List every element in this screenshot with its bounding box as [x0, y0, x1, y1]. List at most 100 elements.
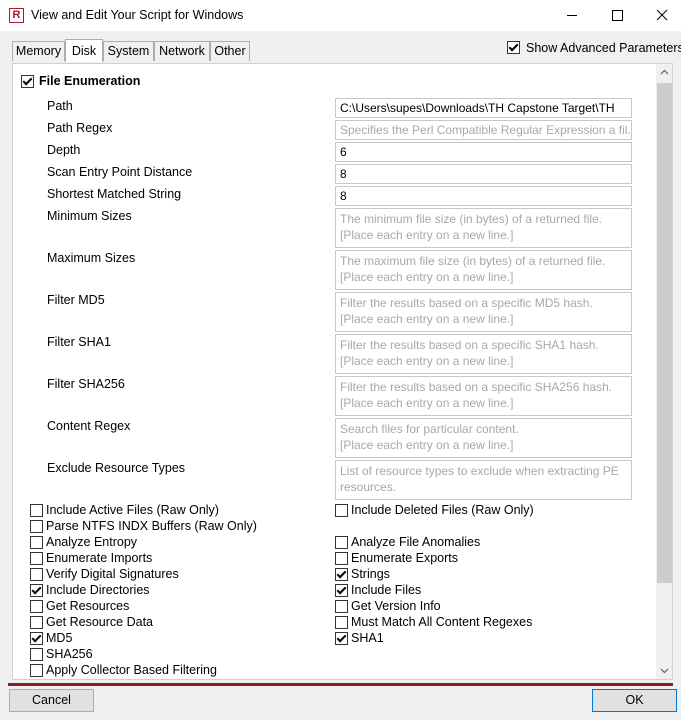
placeholder-line: [Place each entry on a new line.] [340, 354, 514, 368]
sha1-checkbox[interactable] [335, 632, 348, 645]
path-input[interactable]: C:\Users\supes\Downloads\TH Capstone Tar… [335, 98, 632, 118]
strings-checkbox[interactable] [335, 568, 348, 581]
close-icon [656, 9, 668, 21]
include-directories-checkbox[interactable] [30, 584, 43, 597]
placeholder-line: The maximum file size (in bytes) of a re… [340, 254, 606, 268]
footer-divider [8, 683, 673, 686]
content-regex-input[interactable]: Search files for particular content. [Pl… [335, 418, 632, 458]
sha1-label: SHA1 [351, 631, 384, 645]
show-advanced-checkbox[interactable] [507, 41, 520, 54]
apply-collector-based-filtering-checkbox[interactable] [30, 664, 43, 677]
scroll-thumb[interactable] [657, 83, 672, 583]
include-deleted-files-raw-only-checkbox[interactable] [335, 504, 348, 517]
checkmark-icon [336, 632, 347, 643]
placeholder-line: Filter the results based on a specific S… [340, 338, 599, 352]
maximum-sizes-input[interactable]: The maximum file size (in bytes) of a re… [335, 250, 632, 290]
analyze-file-anomalies-checkbox[interactable] [335, 536, 348, 549]
ok-button[interactable]: OK [592, 689, 677, 712]
include-directories-label: Include Directories [46, 583, 150, 597]
scroll-up-button[interactable] [656, 64, 672, 81]
md5-label: MD5 [46, 631, 73, 645]
scan-entry-label: Scan Entry Point Distance [47, 165, 193, 179]
path-regex-label: Path Regex [47, 121, 113, 135]
enumerate-exports-label: Enumerate Exports [351, 551, 458, 565]
checkmark-icon [31, 632, 42, 643]
must-match-all-content-regexes-label: Must Match All Content Regexes [351, 615, 533, 629]
shortest-string-input[interactable]: 8 [335, 186, 632, 206]
filter-md5-label: Filter MD5 [47, 293, 105, 307]
placeholder-line: [Place each entry on a new line.] [340, 312, 514, 326]
content-regex-label: Content Regex [47, 419, 131, 433]
tab-other[interactable]: Other [210, 41, 250, 61]
checkmark-icon [336, 584, 347, 595]
tab-system[interactable]: System [103, 41, 154, 61]
get-resources-checkbox[interactable] [30, 600, 43, 613]
apply-collector-based-filtering-label: Apply Collector Based Filtering [46, 663, 217, 677]
verify-digital-signatures-label: Verify Digital Signatures [46, 567, 179, 581]
filter-sha256-label: Filter SHA256 [47, 377, 125, 391]
depth-input[interactable]: 6 [335, 142, 632, 162]
file-enumeration-checkbox[interactable] [21, 75, 34, 88]
filter-sha1-label: Filter SHA1 [47, 335, 111, 349]
file-enumeration-label: File Enumeration [39, 74, 141, 88]
include-files-checkbox[interactable] [335, 584, 348, 597]
placeholder-line: [Place each entry on a new line.] [340, 270, 514, 284]
placeholder-line: Filter the results based on a specific M… [340, 296, 593, 310]
must-match-all-content-regexes-checkbox[interactable] [335, 616, 348, 629]
checkmark-icon [336, 568, 347, 579]
placeholder-line: Filter the results based on a specific S… [340, 380, 613, 394]
path-label: Path [47, 99, 73, 113]
filter-sha1-input[interactable]: Filter the results based on a specific S… [335, 334, 632, 374]
parse-ntfs-indx-buffers-raw-only-checkbox[interactable] [30, 520, 43, 533]
close-button[interactable] [639, 0, 681, 31]
placeholder-line: Search files for particular content. [340, 422, 519, 436]
analyze-entropy-label: Analyze Entropy [46, 535, 138, 549]
minimum-sizes-label: Minimum Sizes [47, 209, 132, 223]
placeholder-line: List of resource types to exclude when e… [340, 464, 619, 478]
exclude-resource-types-label: Exclude Resource Types [47, 461, 186, 475]
depth-label: Depth [47, 143, 81, 157]
chevron-down-icon [660, 668, 669, 674]
md5-checkbox[interactable] [30, 632, 43, 645]
filter-sha256-input[interactable]: Filter the results based on a specific S… [335, 376, 632, 416]
placeholder-line: [Place each entry on a new line.] [340, 228, 514, 242]
disk-settings-panel: File Enumeration Path C:\Users\supes\Dow… [12, 63, 673, 680]
placeholder-line: The minimum file size (in bytes) of a re… [340, 212, 603, 226]
enumerate-imports-checkbox[interactable] [30, 552, 43, 565]
get-resource-data-checkbox[interactable] [30, 616, 43, 629]
verify-digital-signatures-checkbox[interactable] [30, 568, 43, 581]
checkmark-icon [508, 41, 519, 52]
maximize-button[interactable] [594, 0, 640, 31]
filter-md5-input[interactable]: Filter the results based on a specific M… [335, 292, 632, 332]
analyze-file-anomalies-label: Analyze File Anomalies [351, 535, 481, 549]
get-resources-label: Get Resources [46, 599, 130, 613]
get-version-info-checkbox[interactable] [335, 600, 348, 613]
get-resource-data-label: Get Resource Data [46, 615, 153, 629]
minimize-button[interactable] [549, 0, 595, 31]
enumerate-exports-checkbox[interactable] [335, 552, 348, 565]
show-advanced-label: Show Advanced Parameters [526, 41, 681, 55]
cancel-button[interactable]: Cancel [9, 689, 94, 712]
maximize-icon [612, 10, 623, 21]
strings-label: Strings [351, 567, 390, 581]
title-bar: R View and Edit Your Script for Windows [0, 0, 681, 31]
minimum-sizes-input[interactable]: The minimum file size (in bytes) of a re… [335, 208, 632, 248]
minimize-icon [567, 15, 577, 16]
include-active-files-raw-only-checkbox[interactable] [30, 504, 43, 517]
sha256-label: SHA256 [46, 647, 93, 661]
vertical-scrollbar[interactable] [656, 64, 672, 679]
tab-network[interactable]: Network [154, 41, 210, 61]
checkmark-icon [22, 75, 33, 86]
analyze-entropy-checkbox[interactable] [30, 536, 43, 549]
include-active-files-raw-only-label: Include Active Files (Raw Only) [46, 503, 219, 517]
tab-disk[interactable]: Disk [65, 39, 103, 62]
sha256-checkbox[interactable] [30, 648, 43, 661]
path-regex-input[interactable]: Specifies the Perl Compatible Regular Ex… [335, 120, 632, 140]
tab-memory[interactable]: Memory [12, 41, 65, 61]
scan-entry-input[interactable]: 8 [335, 164, 632, 184]
exclude-resource-types-input[interactable]: List of resource types to exclude when e… [335, 460, 632, 500]
placeholder-line: resources. [340, 480, 397, 494]
placeholder-line: [Place each entry on a new line.] [340, 438, 514, 452]
scroll-down-button[interactable] [656, 662, 672, 679]
parse-ntfs-indx-buffers-raw-only-label: Parse NTFS INDX Buffers (Raw Only) [46, 519, 257, 533]
